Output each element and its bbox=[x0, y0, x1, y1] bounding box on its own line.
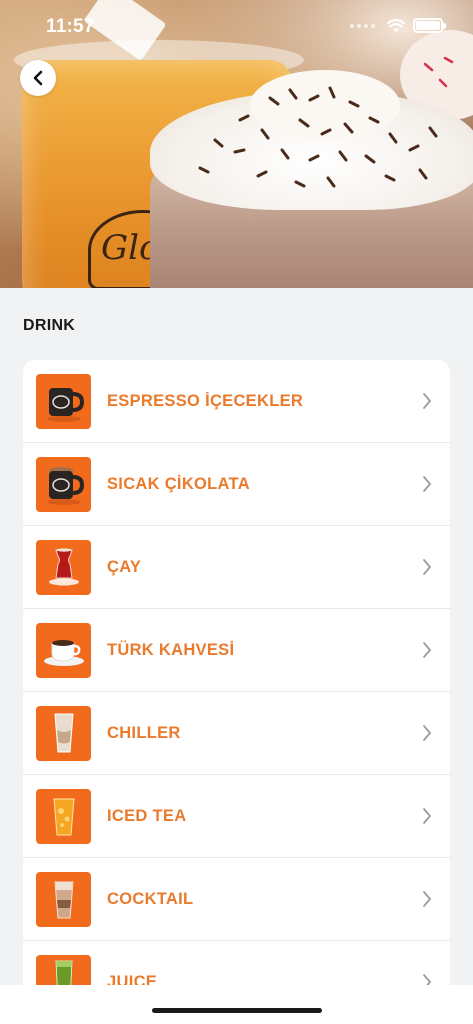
tea-glass-icon bbox=[36, 539, 91, 595]
chevron-left-icon bbox=[33, 70, 43, 86]
category-item-chiller[interactable]: CHILLER bbox=[23, 692, 450, 775]
chiller-cup-icon bbox=[36, 705, 91, 761]
chevron-right-icon bbox=[423, 476, 432, 492]
category-item-tea[interactable]: ÇAY bbox=[23, 526, 450, 609]
category-label: ÇAY bbox=[107, 557, 142, 576]
category-item-iced-tea[interactable]: ICED TEA bbox=[23, 775, 450, 858]
chevron-right-icon bbox=[423, 725, 432, 741]
chocolate-sprinkles bbox=[198, 56, 454, 188]
chevron-right-icon bbox=[423, 808, 432, 824]
back-button[interactable] bbox=[20, 60, 56, 96]
chevron-right-icon bbox=[423, 393, 432, 409]
cocktail-cup-icon bbox=[36, 871, 91, 927]
chevron-right-icon bbox=[423, 559, 432, 575]
home-indicator[interactable] bbox=[152, 1008, 322, 1013]
chevron-right-icon bbox=[423, 891, 432, 907]
hero-image: Glor 11:57 bbox=[0, 0, 473, 288]
category-label: SICAK ÇİKOLATA bbox=[107, 474, 250, 493]
category-item-hot-chocolate[interactable]: SICAK ÇİKOLATA bbox=[23, 443, 450, 526]
category-label: ICED TEA bbox=[107, 806, 187, 825]
category-item-turkish-coffee[interactable]: TÜRK KAHVESİ bbox=[23, 609, 450, 692]
signal-dots-icon bbox=[350, 23, 375, 28]
screen: Glor 11:57 DRINK ESPRESSO İÇECEKLER SICA… bbox=[0, 0, 473, 1024]
battery-icon bbox=[413, 18, 446, 33]
category-item-cocktail[interactable]: COCKTAIL bbox=[23, 858, 450, 941]
status-time: 11:57 bbox=[46, 16, 95, 37]
section-title: DRINK bbox=[23, 317, 76, 334]
bottom-bar bbox=[0, 985, 473, 1024]
iced-tea-cup-icon bbox=[36, 788, 91, 844]
category-label: CHILLER bbox=[107, 723, 181, 742]
espresso-mug-icon bbox=[36, 373, 91, 429]
category-label: COCKTAIL bbox=[107, 889, 194, 908]
category-label: ESPRESSO İÇECEKLER bbox=[107, 391, 304, 410]
category-item-espresso[interactable]: ESPRESSO İÇECEKLER bbox=[23, 360, 450, 443]
turkish-coffee-cup-icon bbox=[36, 622, 91, 678]
category-list: ESPRESSO İÇECEKLER SICAK ÇİKOLATA ÇAY TÜ… bbox=[23, 360, 450, 1000]
status-icons bbox=[350, 18, 446, 33]
wifi-icon bbox=[387, 18, 405, 32]
category-label: TÜRK KAHVESİ bbox=[107, 640, 235, 659]
chevron-right-icon bbox=[423, 642, 432, 658]
hot-chocolate-mug-icon bbox=[36, 456, 91, 512]
